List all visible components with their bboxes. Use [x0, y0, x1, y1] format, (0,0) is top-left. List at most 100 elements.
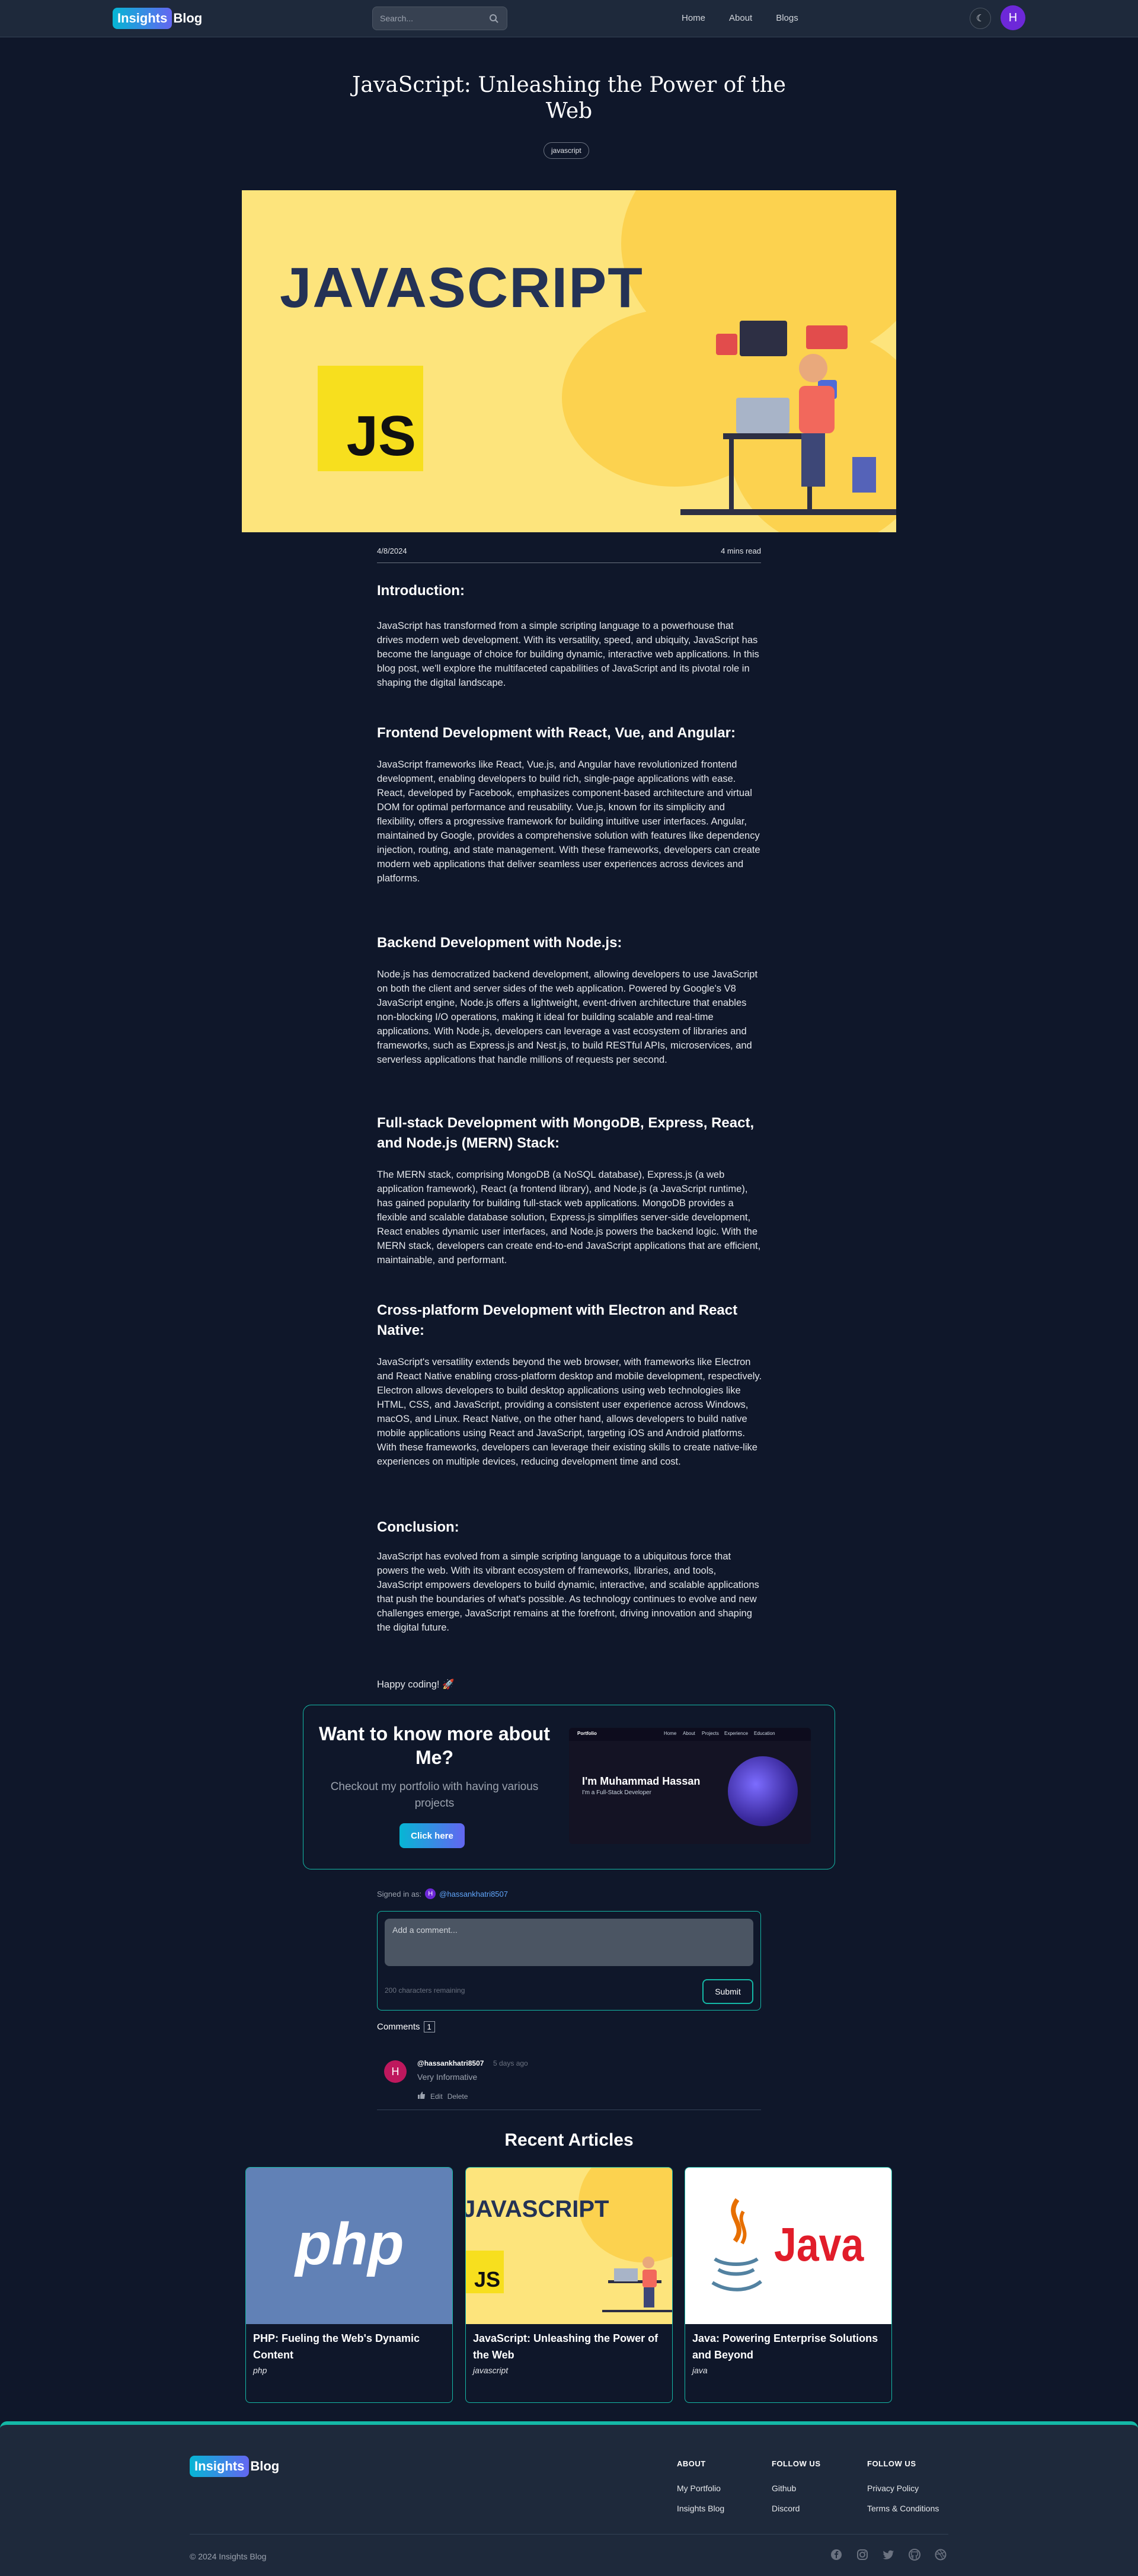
js-logo: JS: [318, 366, 423, 471]
article-card-title: JavaScript: Unleashing the Power of the …: [473, 2332, 658, 2361]
footer-column-heading: ABOUT: [677, 2459, 706, 2468]
java-cup-icon: [711, 2198, 762, 2291]
section-text: JavaScript frameworks like React, Vue.js…: [377, 759, 760, 884]
section-text: Node.js has democratized backend develop…: [377, 969, 758, 1065]
search-input[interactable]: [373, 7, 485, 30]
logo-text: Blog: [173, 11, 203, 25]
search-box: [372, 7, 507, 30]
characters-remaining: 200 characters remaining: [385, 1986, 465, 1995]
article-card[interactable]: Java Java: Powering Enterprise Solutions…: [685, 2167, 892, 2403]
main-nav: Home About Blogs: [682, 13, 798, 23]
search-icon[interactable]: [489, 14, 498, 26]
developer-illustration: [602, 2257, 672, 2312]
user-avatar[interactable]: H: [1000, 5, 1025, 30]
screenshot-brand: Portfolio: [577, 1731, 597, 1736]
screenshot-nav-item: About: [683, 1731, 695, 1736]
article-card-title: Java: Powering Enterprise Solutions and …: [692, 2332, 878, 2361]
java-logo-text: Java: [774, 2218, 864, 2271]
site-logo[interactable]: Insights Blog: [113, 8, 202, 29]
nav-home[interactable]: Home: [682, 13, 705, 23]
logo-badge: Insights: [113, 8, 172, 29]
post-date: 4/8/2024: [377, 546, 407, 555]
social-icons: [830, 2548, 947, 2561]
article-card[interactable]: JAVASCRIPT JS JavaScript: Unleashing the…: [465, 2167, 673, 2403]
facebook-icon[interactable]: [830, 2548, 843, 2561]
twitter-icon[interactable]: [882, 2548, 895, 2561]
sign-off-text: Happy coding! 🚀: [377, 1679, 455, 1690]
footer-logo-badge: Insights: [190, 2456, 250, 2477]
article-card[interactable]: php PHP: Fueling the Web's Dynamic Conte…: [245, 2167, 453, 2403]
section-heading: Introduction:: [377, 583, 465, 599]
nav-about[interactable]: About: [729, 13, 752, 23]
post-tag[interactable]: javascript: [544, 142, 589, 159]
promo-heading: Want to know more about Me?: [319, 1723, 550, 1768]
footer-link-terms[interactable]: Terms & Conditions: [867, 2504, 939, 2513]
post-title: JavaScript: Unleashing the Power of the …: [352, 73, 786, 123]
signed-in-username[interactable]: @hassankhatri8507: [439, 1890, 508, 1899]
footer-column-heading: FOLLOW US: [772, 2459, 821, 2468]
footer-link-privacy[interactable]: Privacy Policy: [867, 2484, 939, 2493]
footer-link-insights-blog[interactable]: Insights Blog: [677, 2504, 724, 2513]
section-text: The MERN stack, comprising MongoDB (a No…: [377, 1169, 761, 1265]
section-text: JavaScript has evolved from a simple scr…: [377, 1551, 759, 1633]
footer-link-github[interactable]: Github: [772, 2484, 821, 2493]
footer-link-portfolio[interactable]: My Portfolio: [677, 2484, 724, 2493]
nav-blogs[interactable]: Blogs: [776, 13, 798, 23]
section-heading: Cross-platform Development with Electron…: [377, 1302, 738, 1338]
comment-item: H @hassankhatri8507 5 days ago Very Info…: [377, 2053, 761, 2110]
article-card-image: php: [246, 2168, 452, 2324]
promo-text: Checkout my portfolio with having variou…: [330, 1781, 539, 1810]
edit-comment-button[interactable]: Edit: [430, 2092, 443, 2101]
comments-count: Comments 1: [377, 2021, 435, 2032]
comment-time: 5 days ago: [493, 2059, 528, 2067]
signed-in-label: Signed in as:: [377, 1889, 422, 1899]
portfolio-screenshot[interactable]: Portfolio Home About Projects Experience…: [569, 1728, 811, 1844]
footer-logo[interactable]: Insights Blog: [190, 2456, 279, 2477]
comment-form: 200 characters remaining Submit: [377, 1911, 761, 2011]
section-heading: Backend Development with Node.js:: [377, 935, 622, 951]
section-text: JavaScript has transformed from a simple…: [377, 621, 759, 688]
thumbs-up-icon[interactable]: [417, 2091, 426, 2101]
screenshot-nav-item: Education: [754, 1731, 775, 1736]
submit-comment-button[interactable]: Submit: [702, 1979, 753, 2004]
screenshot-name: I'm Muhammad Hassan: [582, 1775, 701, 1787]
comment-avatar: H: [384, 2060, 407, 2083]
php-logo: php: [295, 2211, 404, 2277]
article-card-tag: javascript: [473, 2366, 509, 2375]
hero-image: JAVASCRIPT JS: [242, 190, 896, 532]
post-meta: 4/8/2024 4 mins read: [377, 544, 761, 563]
article-card-title: PHP: Fueling the Web's Dynamic Content: [253, 2332, 420, 2361]
article-card-tag: php: [253, 2366, 267, 2375]
footer-link-discord[interactable]: Discord: [772, 2504, 821, 2513]
dribbble-icon[interactable]: [934, 2548, 947, 2561]
footer-column-follow: FOLLOW US Github Discord: [772, 2459, 821, 2524]
copyright-text: © 2024 Insights Blog: [190, 2552, 267, 2561]
section-text: JavaScript's versatility extends beyond …: [377, 1357, 762, 1467]
click-here-button[interactable]: Click here: [399, 1823, 465, 1848]
screenshot-role: I'm a Full-Stack Developer: [582, 1789, 651, 1796]
read-time: 4 mins read: [721, 546, 761, 555]
developer-illustration: [680, 321, 896, 515]
section-heading: Full-stack Development with MongoDB, Exp…: [377, 1115, 755, 1151]
card-hero-text: JAVASCRIPT: [466, 2196, 609, 2222]
screenshot-nav-item: Experience: [724, 1731, 749, 1736]
comment-actions: Edit Delete: [417, 2091, 468, 2101]
article-card-tag: java: [692, 2366, 708, 2375]
instagram-icon[interactable]: [856, 2548, 869, 2561]
comment-input[interactable]: [385, 1919, 753, 1966]
screenshot-nav-item: Home: [664, 1731, 677, 1736]
theme-toggle-button[interactable]: ☾: [970, 8, 991, 29]
section-heading: Frontend Development with React, Vue, an…: [377, 725, 736, 741]
site-footer: Insights Blog ABOUT My Portfolio Insight…: [0, 2421, 1138, 2576]
delete-comment-button[interactable]: Delete: [447, 2092, 468, 2101]
screenshot-nav-item: Projects: [702, 1731, 719, 1736]
signed-in-avatar: H: [425, 1888, 436, 1899]
footer-divider: [190, 2534, 948, 2535]
footer-column-about: ABOUT My Portfolio Insights Blog: [677, 2459, 724, 2524]
section-heading: Conclusion:: [377, 1519, 459, 1535]
github-icon[interactable]: [908, 2548, 921, 2561]
footer-column-legal: FOLLOW US Privacy Policy Terms & Conditi…: [867, 2459, 939, 2524]
moon-icon: ☾: [976, 14, 985, 24]
hero-title-text: JAVASCRIPT: [280, 256, 644, 319]
comment-username: @hassankhatri8507: [417, 2059, 484, 2067]
